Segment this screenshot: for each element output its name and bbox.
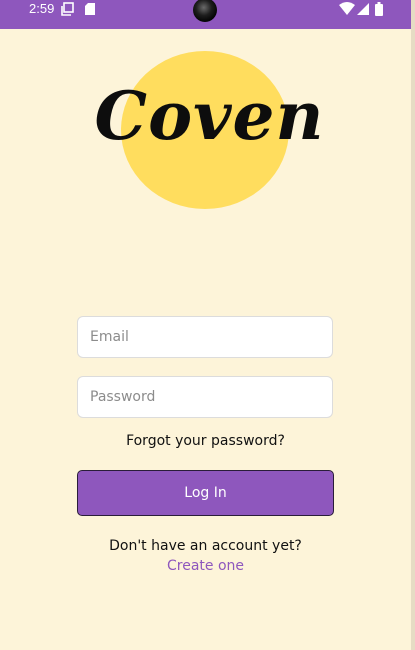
email-field[interactable] <box>77 316 333 358</box>
wifi-icon <box>339 2 355 15</box>
login-button[interactable]: Log In <box>77 470 334 516</box>
app-logo: Coven <box>94 77 325 155</box>
front-camera <box>193 0 217 22</box>
battery-icon <box>375 2 383 16</box>
forgot-password-link[interactable]: Forgot your password? <box>0 433 411 449</box>
status-time: 2:59 <box>29 1 55 16</box>
status-bar: 2:59 <box>0 0 411 29</box>
password-field[interactable] <box>77 376 333 418</box>
signup-prompt: Don't have an account yet? <box>109 538 302 554</box>
signal-icon <box>357 3 369 15</box>
create-account-link[interactable]: Create one <box>0 558 411 574</box>
sd-card-icon <box>85 3 95 15</box>
screen-copy-icon <box>61 2 74 16</box>
